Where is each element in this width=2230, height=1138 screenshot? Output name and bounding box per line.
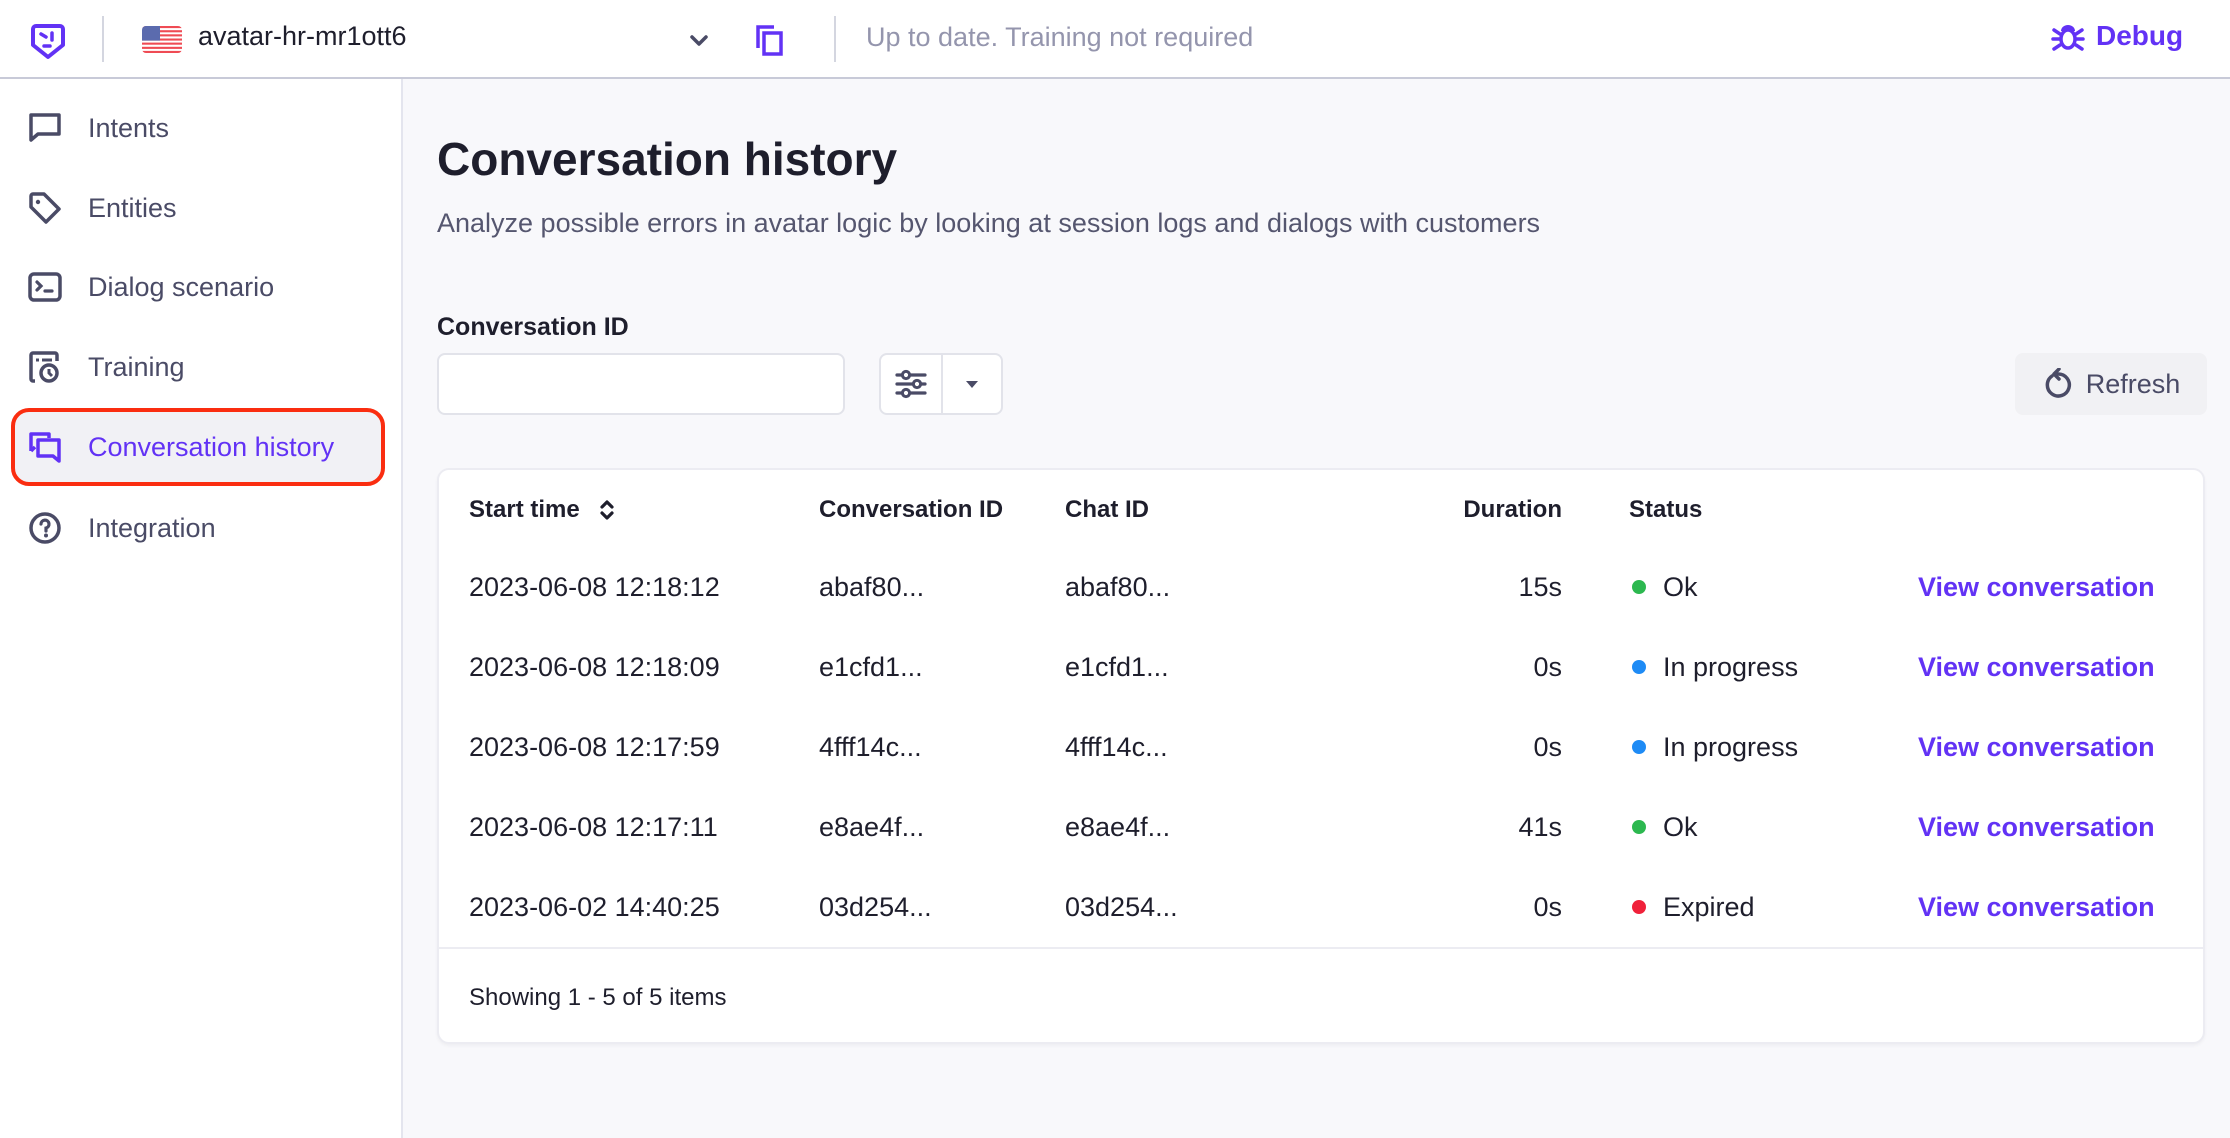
training-status-text: Up to date. Training not required (866, 22, 1254, 52)
page-subtitle: Analyze possible errors in avatar logic … (437, 208, 1541, 238)
avatar-logo-icon[interactable] (28, 21, 68, 61)
us-flag-icon (142, 26, 182, 53)
cell-start-time: 2023-06-08 12:17:59 (469, 732, 720, 762)
page-title: Conversation history (437, 133, 898, 185)
cell-chat-id: abaf80... (1065, 572, 1171, 602)
cell-conversation-id: e8ae4f... (819, 812, 925, 842)
chevron-down-icon[interactable] (684, 26, 714, 56)
cell-chat-id: 03d254... (1065, 892, 1178, 922)
cell-start-time: 2023-06-08 12:17:11 (469, 812, 718, 842)
cell-duration: 0s (1533, 892, 1562, 922)
pagination-summary: Showing 1 - 5 of 5 items (469, 984, 727, 1011)
column-header-status: Status (1629, 496, 1703, 523)
conversation-id-input[interactable] (437, 353, 845, 415)
refresh-button[interactable]: Refresh (2015, 353, 2207, 415)
sidebar-item-conversation-history[interactable]: Conversation history (11, 408, 385, 486)
cell-status: In progress (1663, 652, 1799, 682)
filter-button-group (879, 353, 1003, 415)
cell-status: In progress (1663, 732, 1799, 762)
sidebar: Intents Entities Dialog scenario Trainin… (0, 79, 403, 1138)
cell-status: Ok (1663, 572, 1698, 602)
top-bar: avatar-hr-mr1ott6 Up to date. Training n… (0, 0, 2230, 79)
cell-start-time: 2023-06-08 12:18:09 (469, 652, 720, 682)
conversation-id-label: Conversation ID (437, 313, 629, 341)
divider (102, 16, 104, 62)
conversations-table: Start time Conversation ID Chat ID Durat… (437, 468, 2205, 1044)
copy-icon[interactable] (752, 22, 788, 58)
view-conversation-link[interactable]: View conversation (1918, 732, 2155, 763)
sliders-icon (895, 369, 927, 399)
cell-start-time: 2023-06-08 12:18:12 (469, 572, 720, 602)
cell-chat-id: e8ae4f... (1065, 812, 1171, 842)
divider (834, 16, 836, 62)
view-conversation-link[interactable]: View conversation (1918, 812, 2155, 843)
cell-conversation-id: 4fff14c... (819, 732, 922, 762)
sidebar-item-integration[interactable]: Integration (11, 489, 385, 567)
debug-label: Debug (2096, 20, 2184, 51)
sort-icon[interactable] (597, 496, 617, 524)
conversations-icon (29, 432, 61, 463)
chat-bubble-icon (29, 113, 61, 142)
status-dot-icon (1632, 660, 1646, 674)
debug-button[interactable]: Debug (2050, 18, 2183, 54)
view-conversation-link[interactable]: View conversation (1918, 652, 2155, 683)
tag-icon (29, 192, 61, 224)
sidebar-item-label: Integration (88, 512, 216, 543)
column-header-chat-id: Chat ID (1065, 496, 1149, 523)
status-dot-icon (1632, 900, 1646, 914)
status-dot-icon (1632, 740, 1646, 754)
sidebar-item-dialog-scenario[interactable]: Dialog scenario (11, 248, 385, 326)
cell-duration: 15s (1518, 572, 1562, 602)
view-conversation-link[interactable]: View conversation (1918, 572, 2155, 603)
sidebar-item-entities[interactable]: Entities (11, 169, 385, 247)
cell-conversation-id: abaf80... (819, 572, 925, 602)
column-header-conversation-id: Conversation ID (819, 496, 1004, 523)
table-footer-divider (439, 947, 2203, 949)
cell-status: Ok (1663, 812, 1698, 842)
view-conversation-link[interactable]: View conversation (1918, 892, 2155, 923)
cell-conversation-id: 03d254... (819, 892, 932, 922)
cell-duration: 0s (1533, 652, 1562, 682)
terminal-icon (28, 272, 62, 302)
sidebar-item-label: Conversation history (88, 431, 335, 462)
question-circle-icon (29, 512, 61, 544)
column-header-duration: Duration (1463, 496, 1562, 523)
sidebar-item-label: Dialog scenario (88, 271, 275, 302)
status-dot-icon (1632, 580, 1646, 594)
filter-button[interactable] (881, 355, 943, 413)
cell-chat-id: 4fff14c... (1065, 732, 1168, 762)
sidebar-item-label: Training (88, 351, 185, 382)
filter-dropdown-button[interactable] (943, 355, 1001, 413)
column-header-start-time[interactable]: Start time (469, 496, 580, 524)
caret-down-icon (966, 381, 978, 388)
refresh-icon (2045, 368, 2071, 398)
sidebar-item-label: Entities (88, 192, 177, 223)
cell-status: Expired (1663, 892, 1755, 922)
training-clock-icon (29, 351, 59, 383)
bug-icon (2051, 25, 2085, 51)
cell-duration: 41s (1518, 812, 1562, 842)
sidebar-item-intents[interactable]: Intents (11, 89, 385, 167)
cell-chat-id: e1cfd1... (1065, 652, 1169, 682)
sidebar-item-training[interactable]: Training (11, 328, 385, 406)
cell-conversation-id: e1cfd1... (819, 652, 923, 682)
cell-start-time: 2023-06-02 14:40:25 (469, 892, 720, 922)
sidebar-item-label: Intents (88, 112, 170, 143)
status-dot-icon (1632, 820, 1646, 834)
avatar-selector[interactable]: avatar-hr-mr1ott6 (198, 21, 407, 52)
cell-duration: 0s (1533, 732, 1562, 762)
refresh-label: Refresh (2085, 368, 2181, 399)
